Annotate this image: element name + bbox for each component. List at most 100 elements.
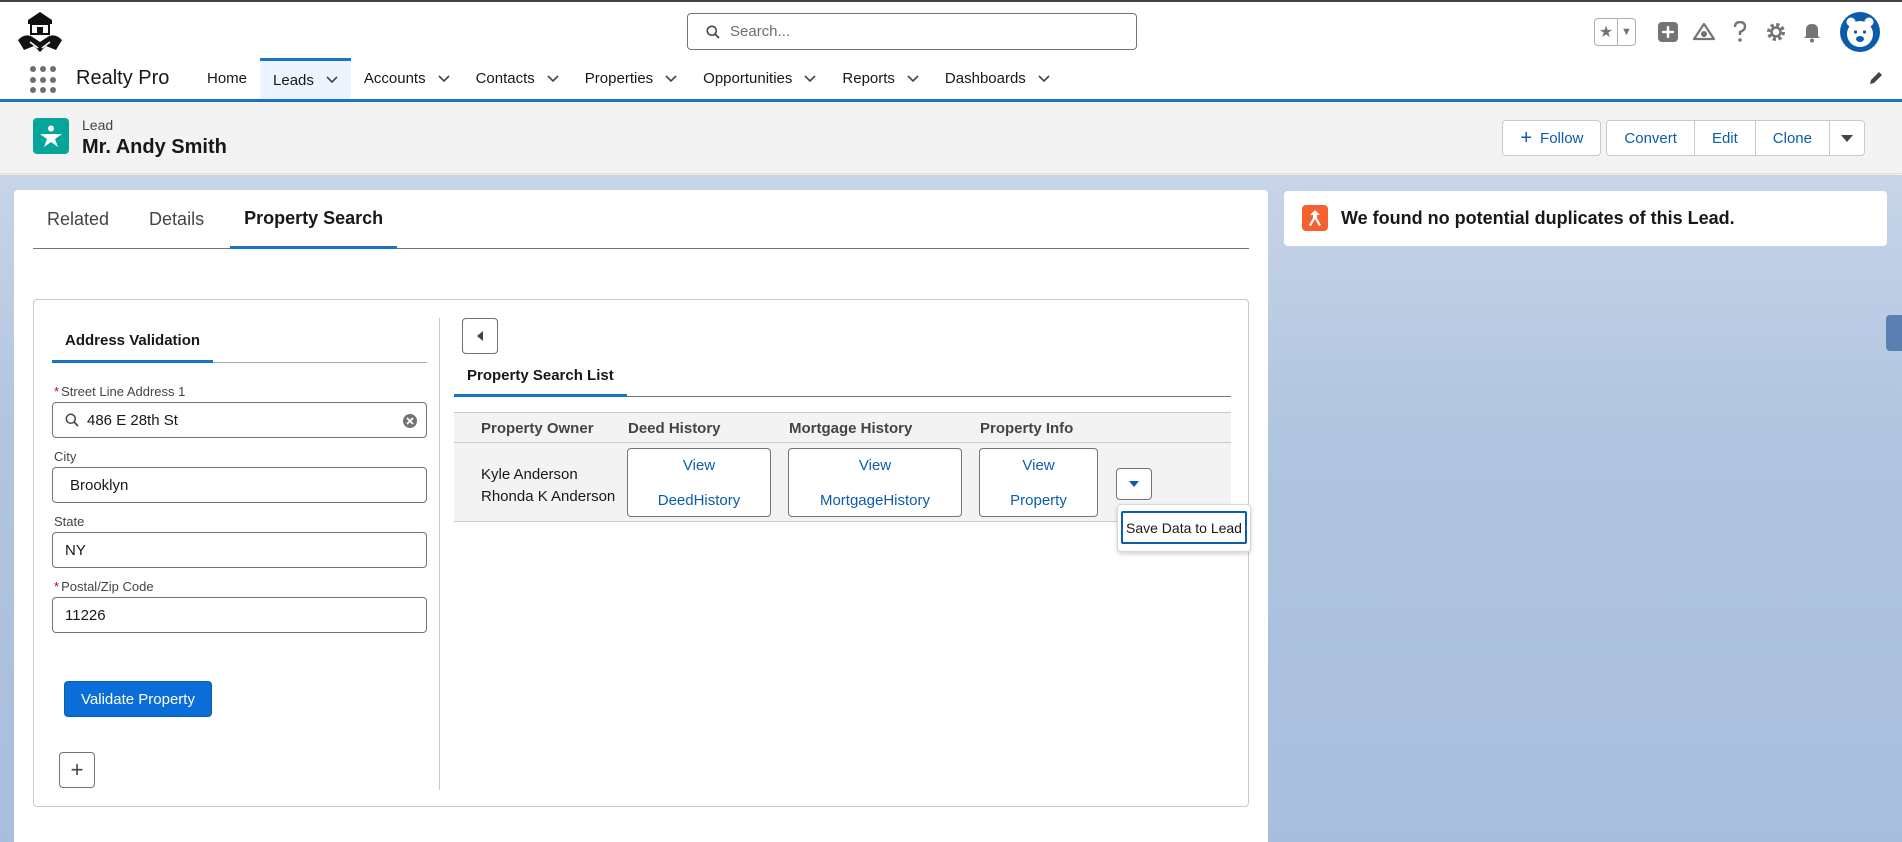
property-search-panel: Address Validation * Street Line Address … — [33, 299, 1249, 807]
link-line: DeedHistory — [657, 492, 741, 509]
tab-label: Address Validation — [52, 320, 214, 363]
collapse-left-button[interactable] — [462, 318, 498, 354]
bell-icon[interactable] — [1794, 14, 1830, 50]
col-mortgage-history: Mortgage History — [789, 420, 913, 437]
required-marker: * — [54, 384, 60, 399]
merge-duplicates-icon — [1302, 205, 1328, 231]
view-property-button[interactable]: View Property — [979, 448, 1098, 517]
link-line: View — [858, 457, 892, 474]
nav-item-properties[interactable]: Properties — [572, 58, 690, 99]
validate-property-button[interactable]: Validate Property — [64, 681, 212, 717]
clear-icon[interactable] — [402, 413, 418, 434]
view-mortgage-history-button[interactable]: View MortgageHistory — [788, 448, 962, 517]
city-input[interactable] — [70, 476, 370, 494]
trailhead-icon[interactable] — [1686, 14, 1722, 50]
chevron-down-icon — [1129, 481, 1139, 487]
avatar[interactable] — [1840, 12, 1880, 52]
tab-details[interactable]: Details — [135, 190, 218, 249]
tab-property-search[interactable]: Property Search — [230, 190, 398, 249]
main-record-card: Related Details Property Search Address … — [14, 190, 1268, 842]
chevron-down-icon[interactable] — [665, 74, 677, 83]
city-label: City — [54, 449, 77, 464]
nav-item-label: Accounts — [363, 70, 426, 87]
state-input[interactable] — [65, 541, 365, 559]
nav-item-contacts[interactable]: Contacts — [463, 58, 572, 99]
postal-label-text: Postal/Zip Code — [61, 579, 154, 594]
state-field[interactable] — [52, 532, 427, 568]
chevron-down-icon[interactable] — [804, 74, 816, 83]
tab-property-search-list[interactable]: Property Search List — [454, 358, 1231, 397]
add-button[interactable]: + — [59, 752, 95, 788]
link-line: MortgageHistory — [819, 492, 931, 509]
add-icon[interactable] — [1650, 14, 1686, 50]
favorites-group[interactable]: ★ ▼ — [1594, 18, 1636, 46]
required-marker: * — [54, 579, 60, 594]
link-line: Property — [1010, 492, 1067, 509]
chevron-down-icon[interactable] — [907, 74, 919, 83]
record-name: Mr. Andy Smith — [82, 136, 227, 158]
global-search-input[interactable] — [730, 23, 1110, 40]
nav-item-label: Contacts — [475, 70, 535, 87]
chevron-down-icon[interactable] — [1038, 74, 1050, 83]
postal-input[interactable] — [65, 606, 365, 624]
realty-logo-icon[interactable] — [16, 10, 64, 56]
property-owner-cell: Kyle Anderson Rhonda K Anderson — [481, 464, 615, 508]
chevron-left-icon — [477, 331, 483, 341]
address-validation-form: Address Validation * Street Line Address … — [52, 300, 427, 806]
owner-name: Rhonda K Anderson — [481, 488, 616, 505]
table-row: Kyle Anderson Rhonda K Anderson View Dee… — [454, 443, 1231, 522]
clone-button[interactable]: Clone — [1754, 120, 1830, 156]
postal-field[interactable] — [52, 597, 427, 633]
edit-button[interactable]: Edit — [1693, 120, 1756, 156]
owner-name: Kyle Anderson — [481, 466, 578, 483]
col-deed-history: Deed History — [628, 420, 721, 437]
app-nav-bar: Realty Pro Home Leads Accounts Contacts … — [0, 58, 1902, 102]
nav-items: Home Leads Accounts Contacts Properties … — [194, 58, 1063, 99]
view-deed-history-button[interactable]: View DeedHistory — [627, 448, 771, 517]
link-line: View — [682, 457, 716, 474]
chevron-down-icon[interactable] — [547, 74, 559, 83]
record-action-group: Convert Edit Clone — [1606, 120, 1865, 156]
help-icon[interactable] — [1722, 14, 1758, 50]
nav-item-label: Properties — [584, 70, 654, 87]
row-actions-menu: Save Data to Lead — [1117, 504, 1251, 552]
convert-button[interactable]: Convert — [1606, 120, 1695, 156]
app-launcher-icon[interactable] — [30, 66, 58, 94]
favorites-chevron-down-icon[interactable]: ▼ — [1617, 19, 1635, 45]
city-field[interactable] — [52, 467, 427, 503]
nav-item-leads[interactable]: Leads — [260, 58, 351, 99]
more-actions-button[interactable] — [1829, 120, 1865, 156]
app-name: Realty Pro — [76, 67, 170, 89]
setup-gear-icon[interactable] — [1758, 14, 1794, 50]
nav-item-home[interactable]: Home — [194, 58, 260, 99]
col-property-owner: Property Owner — [481, 420, 594, 437]
lead-icon — [33, 118, 69, 154]
nav-item-label: Home — [207, 70, 248, 87]
nav-item-label: Reports — [842, 70, 895, 87]
chevron-down-icon[interactable] — [326, 76, 338, 84]
tab-related[interactable]: Related — [33, 190, 123, 249]
nav-item-label: Opportunities — [703, 70, 793, 87]
nav-item-accounts[interactable]: Accounts — [351, 58, 463, 99]
record-actions: + Follow Convert Edit Clone — [1502, 120, 1865, 156]
chevron-down-icon[interactable] — [438, 74, 450, 83]
col-property-info: Property Info — [980, 420, 1074, 437]
header-icons: ★ ▼ — [1594, 12, 1880, 52]
follow-button[interactable]: + Follow — [1502, 120, 1602, 156]
edit-nav-pencil-icon[interactable] — [1868, 70, 1884, 91]
row-actions-button[interactable] — [1116, 468, 1152, 500]
link-line: View — [1022, 457, 1055, 474]
favorites-star-icon[interactable]: ★ — [1595, 19, 1617, 45]
tab-address-validation[interactable]: Address Validation — [52, 320, 427, 363]
nav-item-reports[interactable]: Reports — [829, 58, 932, 99]
save-data-to-lead-menu-item[interactable]: Save Data to Lead — [1121, 511, 1247, 544]
plus-icon: + — [1520, 127, 1533, 149]
street-field[interactable] — [52, 402, 427, 438]
nav-item-opportunities[interactable]: Opportunities — [690, 58, 829, 99]
nav-item-dashboards[interactable]: Dashboards — [932, 58, 1063, 99]
utility-panel-tab[interactable] — [1886, 315, 1902, 351]
record-tabs: Related Details Property Search — [33, 190, 1249, 249]
state-label: State — [54, 514, 85, 529]
global-search[interactable] — [687, 13, 1137, 50]
street-input[interactable] — [87, 411, 387, 429]
